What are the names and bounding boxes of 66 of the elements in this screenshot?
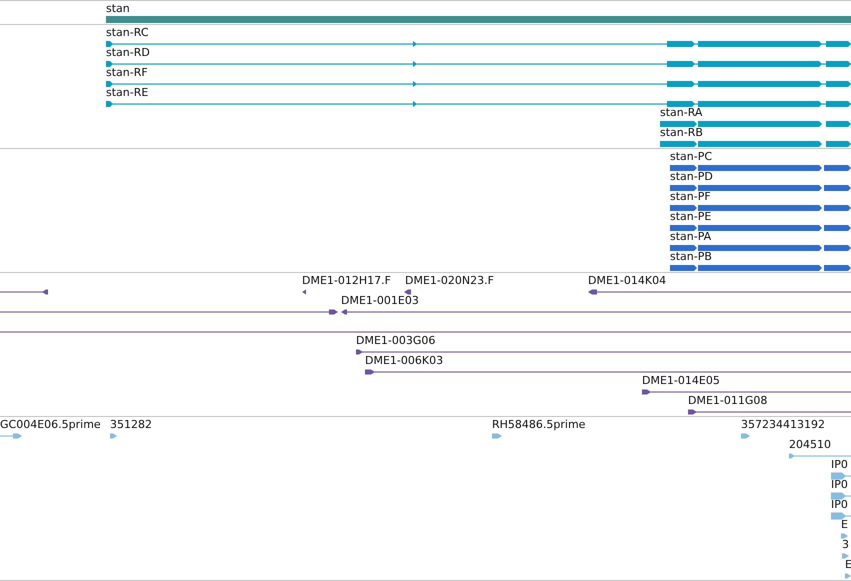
feature-label: 204510 xyxy=(789,438,831,451)
protein-drawing[interactable] xyxy=(670,204,851,212)
est-drawing[interactable] xyxy=(831,492,851,500)
clone-drawing[interactable] xyxy=(404,288,411,296)
est-drawing[interactable] xyxy=(110,432,117,440)
transcript-drawing[interactable] xyxy=(106,80,851,88)
est-drawing[interactable] xyxy=(831,472,851,480)
feature-label: stan-PF xyxy=(670,190,711,203)
feature-label: 3 xyxy=(842,538,849,551)
feature-label: stan-RC xyxy=(106,26,149,39)
gene-bar[interactable] xyxy=(106,16,851,24)
est-drawing[interactable] xyxy=(841,532,848,540)
transcript-drawing[interactable] xyxy=(106,100,851,108)
est-drawing[interactable] xyxy=(0,432,22,440)
clone-drawing[interactable] xyxy=(302,288,306,296)
feature-label: IP0 xyxy=(831,478,848,491)
feature-label: stan-RB xyxy=(660,126,703,139)
feature-label: E xyxy=(845,558,851,571)
feature-label: stan-RF xyxy=(106,66,148,79)
feature-label: stan-RD xyxy=(106,46,150,59)
protein-drawing[interactable] xyxy=(670,264,851,272)
clone-drawing[interactable] xyxy=(642,388,851,396)
clone-drawing[interactable] xyxy=(356,348,851,356)
feature-label: DME1-011G08 xyxy=(688,394,768,407)
clone-drawing[interactable] xyxy=(341,308,851,316)
est-drawing[interactable] xyxy=(492,432,502,440)
feature-label: IP0 xyxy=(831,498,848,511)
clone-drawing[interactable] xyxy=(0,308,338,316)
feature-label: DME1-014K04 xyxy=(588,274,666,287)
feature-label: RH58486.5prime xyxy=(492,418,586,431)
feature-label: IP0 xyxy=(831,458,848,471)
feature-label: DME1-006K03 xyxy=(365,354,444,367)
clone-drawing[interactable] xyxy=(688,408,851,416)
feature-label: stan-RA xyxy=(660,106,702,119)
clone-drawing[interactable] xyxy=(0,288,48,296)
feature-label: DME1-001E03 xyxy=(341,294,419,307)
feature-label: stan-PD xyxy=(670,170,713,183)
clone-drawing[interactable] xyxy=(365,368,851,376)
feature-label: DME1-003G06 xyxy=(356,334,436,347)
protein-drawing[interactable] xyxy=(670,224,851,232)
protein-drawing[interactable] xyxy=(670,184,851,192)
est-drawing[interactable] xyxy=(789,452,851,460)
feature-label: stan-PA xyxy=(670,230,712,243)
feature-label: 357234413192 xyxy=(741,418,825,431)
feature-label: stan-PB xyxy=(670,250,712,263)
feature-label: GC004E06.5prime xyxy=(0,418,101,431)
feature-label: DME1-014E05 xyxy=(642,374,720,387)
est-drawing[interactable] xyxy=(831,512,851,520)
protein-drawing[interactable] xyxy=(670,164,851,172)
transcript-drawing[interactable] xyxy=(660,120,851,128)
feature-label: DME1-020N23.F xyxy=(405,274,494,287)
feature-label: stan-RE xyxy=(106,86,148,99)
transcript-drawing[interactable] xyxy=(660,140,851,148)
transcript-drawing[interactable] xyxy=(106,40,851,48)
est-drawing[interactable] xyxy=(845,572,851,580)
feature-label: stan-PE xyxy=(670,210,712,223)
feature-label: stan xyxy=(106,2,130,15)
feature-label: stan-PC xyxy=(670,150,712,163)
protein-drawing[interactable] xyxy=(670,244,851,252)
est-drawing[interactable] xyxy=(842,552,849,560)
clone-drawing[interactable] xyxy=(588,288,851,296)
feature-label: E xyxy=(841,518,848,531)
est-drawing[interactable] xyxy=(741,432,750,440)
transcript-drawing[interactable] xyxy=(106,60,851,68)
feature-label: 351282 xyxy=(110,418,152,431)
feature-label: DME1-012H17.F xyxy=(302,274,391,287)
